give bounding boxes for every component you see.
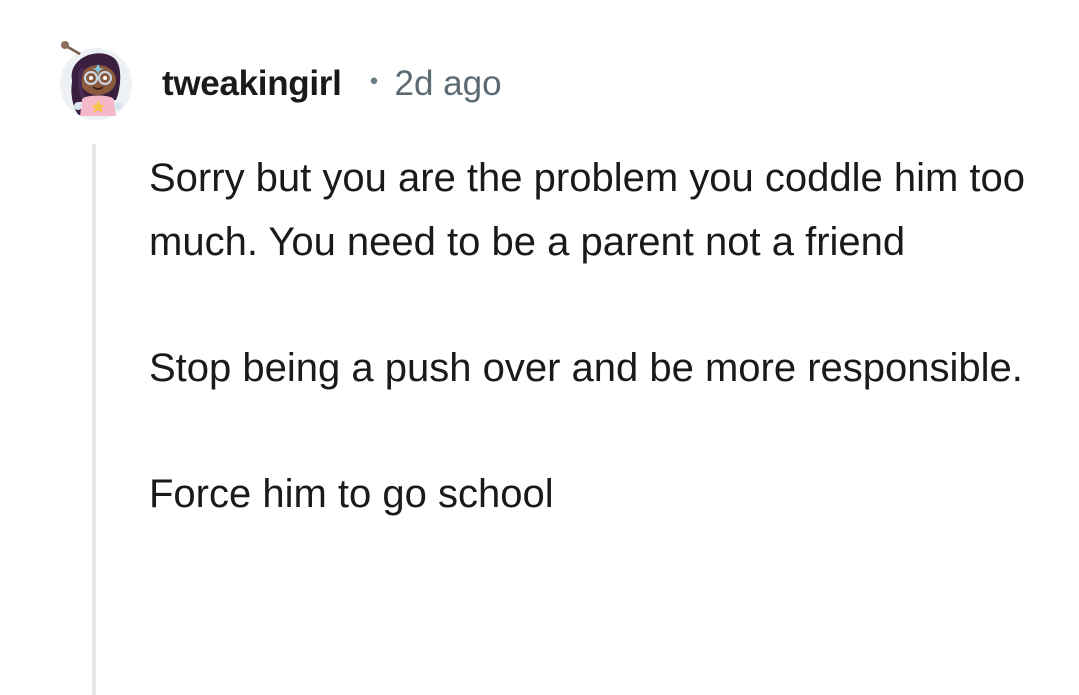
thread-collapse-line[interactable] [92,144,96,695]
comment-header: tweakingirl • 2d ago [162,60,502,108]
comment-timestamp[interactable]: 2d ago [395,64,502,104]
comment-body: Sorry but you are the problem you coddle… [149,146,1049,588]
comment-paragraph: Force him to go school [149,472,554,516]
comment-paragraph: Sorry but you are the problem you coddle… [149,156,1026,264]
meta-separator: • [367,69,381,95]
comment-paragraph: Stop being a push over and be more respo… [149,346,1023,390]
user-avatar-icon[interactable] [58,40,134,122]
comment: tweakingirl • 2d ago Sorry but you are t… [0,0,1079,695]
author-username[interactable]: tweakingirl [162,64,342,104]
